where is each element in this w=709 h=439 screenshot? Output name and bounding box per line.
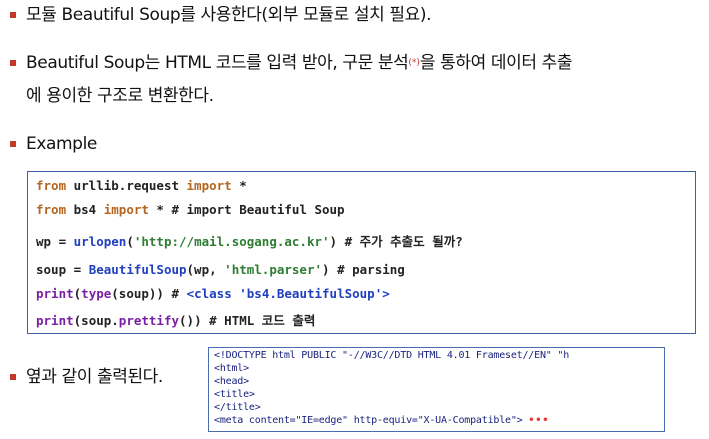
bullet-description: Beautiful Soup는 HTML 코드를 입력 받아, 구문 분석(*)… xyxy=(9,50,572,106)
code-comment: # parsing xyxy=(337,262,405,277)
builtin-name: print xyxy=(36,313,74,328)
code-line-3: wp = urlopen('http://mail.sogang.ac.kr')… xyxy=(36,231,463,250)
keyword: import xyxy=(103,202,149,217)
code-comment-class: <class 'bs4.BeautifulSoup'> xyxy=(186,286,390,301)
bullet-output: 옆과 같이 출력된다. xyxy=(10,364,163,390)
code-line-6: print(soup.prettify()) # HTML 코드 출력 xyxy=(36,310,315,329)
bullet-text: 옆과 같이 출력된다. xyxy=(26,367,163,387)
bullet-example: Example xyxy=(10,131,97,157)
code-text: urllib.request xyxy=(66,178,187,193)
code-text: ) xyxy=(322,262,338,277)
bullet-text: 모듈 Beautiful Soup를 사용한다(외부 모듈로 설치 필요). xyxy=(26,5,432,25)
function-name: urlopen xyxy=(73,234,127,249)
builtin-name: print xyxy=(36,286,74,301)
code-text: soup = xyxy=(36,262,89,277)
keyword: import xyxy=(186,178,232,193)
output-preview: <!DOCTYPE html PUBLIC "-//W3C//DTD HTML … xyxy=(208,347,665,432)
code-comment: # HTML 코드 출력 xyxy=(209,313,316,328)
builtin-name: type xyxy=(81,286,112,301)
code-text: bs4 xyxy=(66,202,104,217)
output-line: </title> xyxy=(214,402,261,413)
footnote-mark: (*) xyxy=(408,58,420,68)
output-line: <head> xyxy=(214,376,249,387)
bullet-install-module: 모듈 Beautiful Soup를 사용한다(외부 모듈로 설치 필요). xyxy=(9,2,432,28)
bullet-text-continued: 에 용이한 구조로 변환한다. xyxy=(26,86,214,106)
output-text: <meta content="IE=edge" http-equiv="X-UA… xyxy=(214,415,523,426)
code-text: (soup)) xyxy=(111,286,172,301)
function-name: BeautifulSoup xyxy=(88,262,187,277)
output-line: <title> xyxy=(214,389,255,400)
bullet-text: Example xyxy=(26,134,97,154)
code-line-1: from urllib.request import * xyxy=(36,178,247,193)
code-line-4: soup = BeautifulSoup(wp, 'html.parser') … xyxy=(36,262,405,277)
code-text: ) xyxy=(329,234,345,249)
output-line: <!DOCTYPE html PUBLIC "-//W3C//DTD HTML … xyxy=(214,350,570,361)
code-comment: # xyxy=(171,286,187,301)
code-line-2: from bs4 import * # import Beautiful Sou… xyxy=(36,202,345,217)
ellipsis-icon: ••• xyxy=(528,415,550,426)
bullet-text: Beautiful Soup는 HTML 코드를 입력 받아, 구문 분석(*)… xyxy=(12,50,572,76)
code-comment: # import Beautiful Soup xyxy=(171,202,345,217)
code-comment: # 주가 추출도 될까? xyxy=(344,234,463,249)
code-text: * xyxy=(148,202,172,217)
string-literal: 'html.parser' xyxy=(224,262,323,277)
bullet-text-part: Beautiful Soup는 HTML 코드를 입력 받아, 구문 분석 xyxy=(26,53,409,73)
output-line: <html> xyxy=(214,363,249,374)
keyword: from xyxy=(36,202,67,217)
bullet-text-part: 을 통하여 데이터 추출 xyxy=(419,53,573,73)
method-name: prettify xyxy=(118,313,180,328)
code-text: ( xyxy=(126,234,134,249)
code-text: (soup. xyxy=(73,313,119,328)
code-text: (wp, xyxy=(186,262,225,277)
code-block: from urllib.request import * from bs4 im… xyxy=(27,171,696,334)
code-line-5: print(type(soup)) # <class 'bs4.Beautifu… xyxy=(36,286,390,301)
code-text: wp = xyxy=(36,234,74,249)
string-literal: 'http://mail.sogang.ac.kr' xyxy=(133,234,330,249)
output-line-last: <meta content="IE=edge" http-equiv="X-UA… xyxy=(214,415,549,426)
keyword: from xyxy=(36,178,67,193)
code-text: * xyxy=(231,178,247,193)
code-text: ()) xyxy=(179,313,210,328)
